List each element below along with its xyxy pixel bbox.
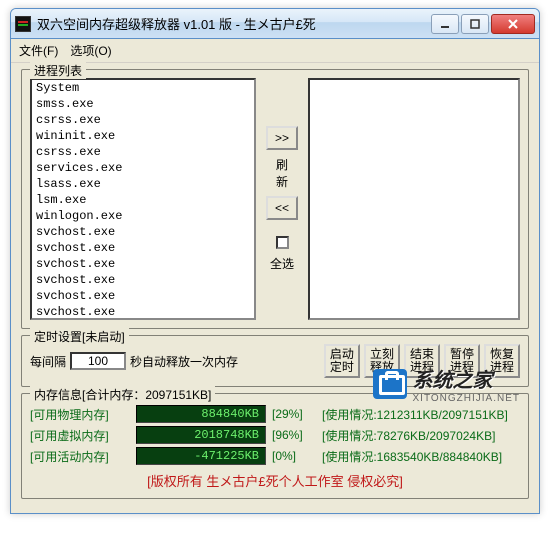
memory-usage: [使用情况:1212311KB/2097151KB] [322, 406, 508, 423]
process-list-item[interactable]: svchost.exe [32, 304, 254, 320]
process-list-item[interactable]: svchost.exe [32, 240, 254, 256]
timer-prefix-label: 每间隔 [30, 353, 66, 370]
start-timer-button[interactable]: 启动 定时 [324, 344, 360, 378]
process-list-item[interactable]: smss.exe [32, 96, 254, 112]
client-area: 进程列表 Systemsmss.execsrss.exewininit.exec… [11, 63, 539, 513]
selected-listbox[interactable] [308, 78, 520, 320]
end-process-button[interactable]: 结束 进程 [404, 344, 440, 378]
process-mid-controls: >> 刷 新 << 全选 [262, 78, 302, 320]
release-now-button[interactable]: 立刻 释放 [364, 344, 400, 378]
process-list-item[interactable]: svchost.exe [32, 256, 254, 272]
copyright-text: [版权所有 生メ古户£死个人工作室 侵权必究] [30, 471, 520, 490]
titlebar[interactable]: 双六空间内存超级释放器 v1.01 版 - 生メ古户£死 [11, 9, 539, 39]
process-list-item[interactable]: svchost.exe [32, 224, 254, 240]
refresh-button[interactable]: 刷 新 [276, 156, 288, 190]
select-all-checkbox[interactable] [276, 236, 289, 249]
memory-usage: [使用情况:78276KB/2097024KB] [322, 427, 495, 444]
process-listbox[interactable]: Systemsmss.execsrss.exewininit.execsrss.… [30, 78, 256, 320]
memory-group: 内存信息[合计内存：2097151KB] [可用物理内存]884840KB[29… [21, 393, 529, 499]
memory-percent: [0%] [272, 449, 316, 463]
menubar: 文件(F) 选项(O) [11, 39, 539, 63]
memory-row: [可用虚拟内存] 2018748KB [96%] [使用情况:78276KB/2097… [30, 426, 520, 444]
timer-group: 定时设置[未启动] 每间隔 秒自动释放一次内存 启动 定时 立刻 释放 结束 进… [21, 335, 529, 387]
timer-suffix-label: 秒自动释放一次内存 [130, 353, 238, 370]
window-controls [431, 14, 535, 34]
process-list-item[interactable]: wininit.exe [32, 128, 254, 144]
process-group: 进程列表 Systemsmss.execsrss.exewininit.exec… [21, 69, 529, 329]
process-list-item[interactable]: services.exe [32, 160, 254, 176]
menu-file[interactable]: 文件(F) [19, 42, 58, 59]
memory-percent: [96%] [272, 428, 316, 442]
process-list-item[interactable]: csrss.exe [32, 144, 254, 160]
memory-value: -471225KB [136, 447, 266, 465]
pause-process-button[interactable]: 暂停 进程 [444, 344, 480, 378]
process-list-item[interactable]: svchost.exe [32, 288, 254, 304]
memory-group-title: 内存信息[合计内存：2097151KB] [30, 386, 215, 403]
window-title: 双六空间内存超级释放器 v1.01 版 - 生メ古户£死 [37, 14, 431, 33]
process-list-item[interactable]: winlogon.exe [32, 208, 254, 224]
app-window: 双六空间内存超级释放器 v1.01 版 - 生メ古户£死 文件(F) 选项(O)… [10, 8, 540, 514]
move-left-button[interactable]: << [266, 196, 298, 220]
move-right-button[interactable]: >> [266, 126, 298, 150]
timer-interval-input[interactable] [70, 352, 126, 370]
process-list-item[interactable]: lsass.exe [32, 176, 254, 192]
memory-usage: [使用情况:1683540KB/884840KB] [322, 448, 502, 465]
maximize-button[interactable] [461, 14, 489, 34]
memory-label: [可用物理内存] [30, 406, 130, 423]
process-list-item[interactable]: lsm.exe [32, 192, 254, 208]
close-button[interactable] [491, 14, 535, 34]
process-list-item[interactable]: svchost.exe [32, 272, 254, 288]
memory-value: 884840KB [136, 405, 266, 423]
timer-group-title: 定时设置[未启动] [30, 328, 129, 345]
menu-options[interactable]: 选项(O) [70, 42, 111, 59]
memory-row: [可用活动内存] -471225KB [0%] [使用情况:1683540KB/884… [30, 447, 520, 465]
memory-label: [可用虚拟内存] [30, 427, 130, 444]
app-icon [15, 16, 31, 32]
select-all-label: 全选 [270, 255, 294, 272]
resume-process-button[interactable]: 恢复 进程 [484, 344, 520, 378]
minimize-button[interactable] [431, 14, 459, 34]
process-list-item[interactable]: csrss.exe [32, 112, 254, 128]
memory-label: [可用活动内存] [30, 448, 130, 465]
memory-row: [可用物理内存] 884840KB [29%] [使用情况:1212311KB/209… [30, 405, 520, 423]
process-group-title: 进程列表 [30, 62, 86, 79]
process-list-item[interactable]: System [32, 80, 254, 96]
memory-percent: [29%] [272, 407, 316, 421]
memory-value: 2018748KB [136, 426, 266, 444]
